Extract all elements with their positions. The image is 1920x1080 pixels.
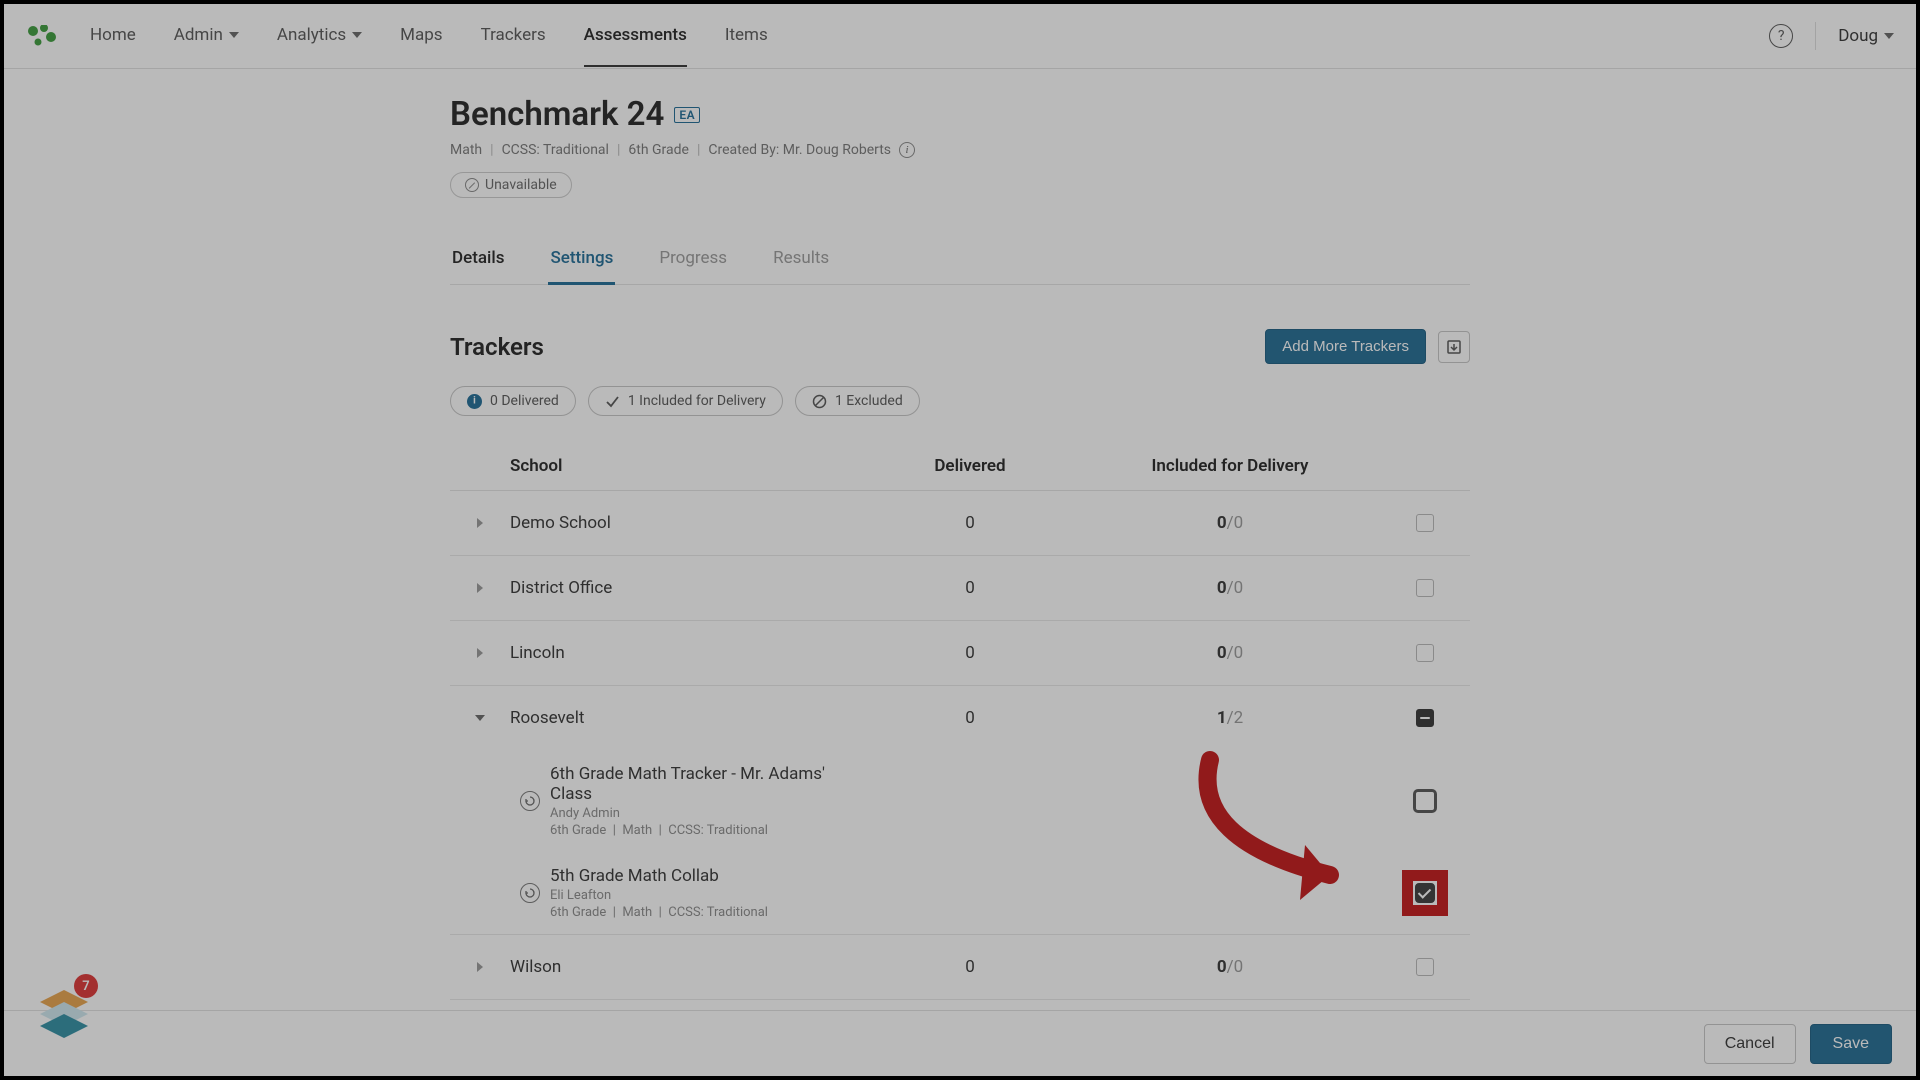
nav-items[interactable]: Items — [725, 5, 768, 67]
expand-icon[interactable] — [477, 583, 483, 593]
info-icon[interactable]: i — [899, 142, 915, 158]
save-button[interactable]: Save — [1810, 1024, 1892, 1064]
col-included: Included for Delivery — [1080, 456, 1380, 476]
nav-admin[interactable]: Admin — [174, 5, 239, 67]
row-checkbox[interactable] — [1416, 579, 1434, 597]
table-row: Lincoln 0 0/0 — [450, 621, 1470, 686]
tracker-sub-row: 6th Grade Math Tracker - Mr. Adams' Clas… — [450, 750, 1470, 852]
tracker-meta: 6th Grade | Math | CCSS: Traditional — [550, 823, 860, 838]
unavailable-icon — [465, 178, 479, 192]
cancel-button[interactable]: Cancel — [1704, 1024, 1796, 1064]
row-checkbox[interactable] — [1416, 514, 1434, 532]
tab-details[interactable]: Details — [450, 248, 506, 285]
expand-icon[interactable] — [477, 962, 483, 972]
trackers-table: School Delivered Included for Delivery D… — [450, 442, 1470, 1000]
school-name: Roosevelt — [510, 708, 860, 728]
tracker-icon — [520, 791, 540, 811]
ban-icon — [812, 394, 827, 409]
collapse-icon[interactable] — [475, 715, 485, 721]
col-delivered: Delivered — [860, 456, 1080, 476]
expand-icon[interactable] — [477, 518, 483, 528]
school-name: Demo School — [510, 513, 860, 533]
tab-settings[interactable]: Settings — [548, 248, 615, 285]
school-name: District Office — [510, 578, 860, 598]
check-icon — [605, 394, 620, 409]
dock-badge: 7 — [74, 974, 98, 998]
assessment-tabs: Details Settings Progress Results — [450, 248, 1470, 285]
top-navbar: Home Admin Analytics Maps Trackers Asses… — [4, 4, 1916, 69]
table-row: Wilson 0 0/0 — [450, 935, 1470, 1000]
chip-excluded[interactable]: 1 Excluded — [795, 386, 920, 416]
chip-delivered[interactable]: 0 Delivered — [450, 386, 576, 416]
chevron-down-icon — [1884, 33, 1894, 39]
status-pill: Unavailable — [450, 172, 572, 198]
tracker-checkbox[interactable] — [1413, 789, 1437, 813]
nav-assessments[interactable]: Assessments — [584, 5, 687, 67]
tracker-owner: Eli Leafton — [550, 888, 860, 903]
page-meta: Math| CCSS: Traditional| 6th Grade| Crea… — [450, 142, 1470, 158]
chip-included[interactable]: 1 Included for Delivery — [588, 386, 783, 416]
tracker-icon — [520, 883, 540, 903]
section-title: Trackers — [450, 333, 544, 361]
add-more-trackers-button[interactable]: Add More Trackers — [1265, 329, 1426, 364]
tracker-title[interactable]: 6th Grade Math Tracker - Mr. Adams' Clas… — [550, 764, 860, 804]
filter-chips: 0 Delivered 1 Included for Delivery 1 Ex… — [450, 386, 1470, 416]
school-name: Lincoln — [510, 643, 860, 663]
page-title: Benchmark 24 EA — [450, 95, 1470, 134]
info-dot-icon — [467, 394, 482, 409]
tracker-title[interactable]: 5th Grade Math Collab — [550, 866, 860, 886]
row-checkbox[interactable] — [1416, 644, 1434, 662]
divider — [1815, 22, 1816, 50]
nav-links: Home Admin Analytics Maps Trackers Asses… — [90, 5, 768, 67]
table-row: Roosevelt 0 1/2 — [450, 686, 1470, 750]
chevron-down-icon — [229, 32, 239, 38]
nav-trackers[interactable]: Trackers — [481, 5, 546, 67]
app-logo[interactable] — [26, 23, 62, 49]
col-school: School — [510, 456, 860, 476]
row-checkbox-indeterminate[interactable] — [1416, 709, 1434, 727]
user-menu[interactable]: Doug — [1838, 26, 1894, 46]
row-checkbox[interactable] — [1416, 958, 1434, 976]
annotation-highlight — [1402, 870, 1448, 916]
nav-maps[interactable]: Maps — [400, 5, 442, 67]
help-icon[interactable]: ? — [1769, 24, 1793, 48]
tracker-sub-row: 5th Grade Math Collab Eli Leafton 6th Gr… — [450, 852, 1470, 935]
footer-bar: Cancel Save — [4, 1010, 1916, 1076]
tab-results[interactable]: Results — [771, 248, 831, 285]
tab-progress[interactable]: Progress — [657, 248, 729, 285]
chevron-down-icon — [352, 32, 362, 38]
school-name: Wilson — [510, 957, 860, 977]
nav-analytics[interactable]: Analytics — [277, 5, 362, 67]
tracker-owner: Andy Admin — [550, 806, 860, 821]
expand-icon[interactable] — [477, 648, 483, 658]
table-row: Demo School 0 0/0 — [450, 491, 1470, 556]
ea-badge: EA — [674, 107, 700, 123]
tracker-checkbox-checked[interactable] — [1415, 883, 1435, 903]
import-icon-button[interactable] — [1438, 331, 1470, 363]
nav-home[interactable]: Home — [90, 5, 136, 67]
tracker-meta: 6th Grade | Math | CCSS: Traditional — [550, 905, 860, 920]
dock-widget[interactable]: 7 — [34, 982, 94, 1042]
table-row: District Office 0 0/0 — [450, 556, 1470, 621]
